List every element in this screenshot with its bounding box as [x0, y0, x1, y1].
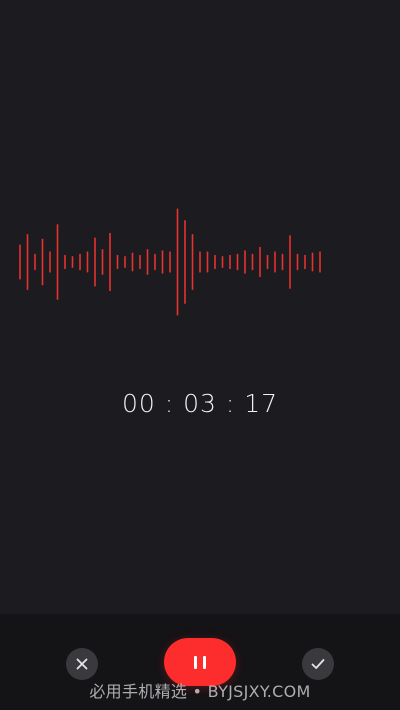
cancel-button[interactable] [66, 648, 98, 680]
close-icon [76, 658, 88, 670]
recording-timer: 00 : 03 : 17 [121, 389, 279, 418]
check-icon [311, 659, 325, 669]
recorder-screen: 00 : 03 : 17 必用手机精选 • BYJSJXY.COM [0, 0, 400, 710]
watermark-text: 必用手机精选 • BYJSJXY.COM [89, 682, 311, 701]
pause-icon [194, 655, 206, 669]
audio-waveform [0, 200, 400, 324]
confirm-button[interactable] [302, 648, 334, 680]
waveform-graphic [19, 208, 321, 316]
